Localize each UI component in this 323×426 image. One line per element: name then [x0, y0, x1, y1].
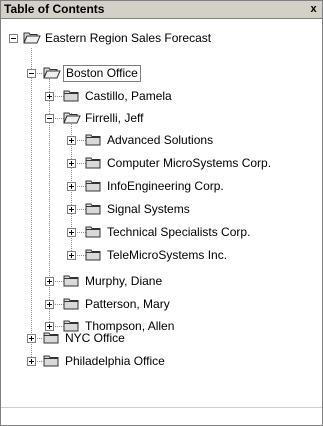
- tree-node-label: NYC Office: [65, 331, 125, 345]
- closed-folder-icon: [85, 157, 101, 169]
- tree-node-label: Castillo, Pamela: [85, 89, 172, 103]
- tree-node-label: Firrelli, Jeff: [85, 111, 144, 125]
- tree-node-label: Boston Office: [63, 65, 141, 82]
- tree-node-label: Advanced Solutions: [107, 133, 214, 147]
- open-folder-icon: [63, 112, 81, 124]
- closed-folder-icon: [85, 203, 101, 215]
- tree-node-office[interactable]: NYC Office: [1, 329, 322, 349]
- open-folder-icon: [23, 32, 41, 44]
- expand-icon[interactable]: [67, 205, 76, 214]
- horizontal-scrollbar[interactable]: [1, 407, 322, 425]
- collapse-icon[interactable]: [27, 69, 36, 78]
- closed-folder-icon: [63, 275, 79, 287]
- tree-node-label: InfoEngineering Corp.: [107, 179, 224, 193]
- closed-folder-icon: [85, 226, 101, 238]
- tree-node-label: Signal Systems: [107, 202, 190, 216]
- expand-icon[interactable]: [67, 182, 76, 191]
- collapse-icon[interactable]: [45, 114, 54, 123]
- tree-node-person[interactable]: Castillo, Pamela: [1, 87, 322, 107]
- tree-node-label: Patterson, Mary: [85, 297, 170, 311]
- collapse-icon[interactable]: [9, 34, 18, 43]
- closed-folder-icon: [63, 90, 79, 102]
- tree-node-customer[interactable]: Advanced Solutions: [1, 131, 322, 151]
- open-folder-icon: [43, 67, 61, 79]
- expand-icon[interactable]: [27, 357, 36, 366]
- expand-icon[interactable]: [45, 300, 54, 309]
- expand-icon[interactable]: [67, 228, 76, 237]
- tree-node-person[interactable]: Patterson, Mary: [1, 295, 322, 315]
- expand-icon[interactable]: [67, 136, 76, 145]
- expand-icon[interactable]: [45, 277, 54, 286]
- tree-node-label: Eastern Region Sales Forecast: [45, 31, 212, 45]
- tree-node-customer[interactable]: TeleMicroSystems Inc.: [1, 246, 322, 266]
- closed-folder-icon: [43, 332, 59, 344]
- expand-icon[interactable]: [67, 159, 76, 168]
- tree-node-label: Murphy, Diane: [85, 274, 163, 288]
- closed-folder-icon: [85, 249, 101, 261]
- tree-node-customer[interactable]: Computer MicroSystems Corp.: [1, 154, 322, 174]
- pane-title: Table of Contents: [4, 2, 105, 16]
- tree-node-office[interactable]: Boston Office: [1, 64, 322, 84]
- table-of-contents-pane: Table of Contents x Eastern Region Sales…: [0, 0, 323, 426]
- pane-title-bar: Table of Contents x: [1, 1, 322, 19]
- close-icon[interactable]: x: [308, 4, 319, 15]
- closed-folder-icon: [43, 355, 59, 367]
- tree-node-person[interactable]: Murphy, Diane: [1, 272, 322, 292]
- toc-tree: Eastern Region Sales Forecast Boston Off…: [1, 19, 322, 407]
- tree-node-person[interactable]: Firrelli, Jeff: [1, 109, 322, 129]
- tree-node-root[interactable]: Eastern Region Sales Forecast: [1, 29, 322, 49]
- tree-node-label: Computer MicroSystems Corp.: [107, 156, 272, 170]
- closed-folder-icon: [85, 134, 101, 146]
- tree-node-label: Technical Specialists Corp.: [107, 225, 251, 239]
- expand-icon[interactable]: [67, 251, 76, 260]
- expand-icon[interactable]: [45, 92, 54, 101]
- expand-icon[interactable]: [27, 334, 36, 343]
- tree-node-label: TeleMicroSystems Inc.: [107, 248, 228, 262]
- closed-folder-icon: [85, 180, 101, 192]
- tree-node-label: Philadelphia Office: [65, 354, 165, 368]
- closed-folder-icon: [63, 298, 79, 310]
- tree-node-customer[interactable]: Technical Specialists Corp.: [1, 223, 322, 243]
- tree-node-customer[interactable]: InfoEngineering Corp.: [1, 177, 322, 197]
- tree-node-customer[interactable]: Signal Systems: [1, 200, 322, 220]
- tree-node-office[interactable]: Philadelphia Office: [1, 352, 322, 372]
